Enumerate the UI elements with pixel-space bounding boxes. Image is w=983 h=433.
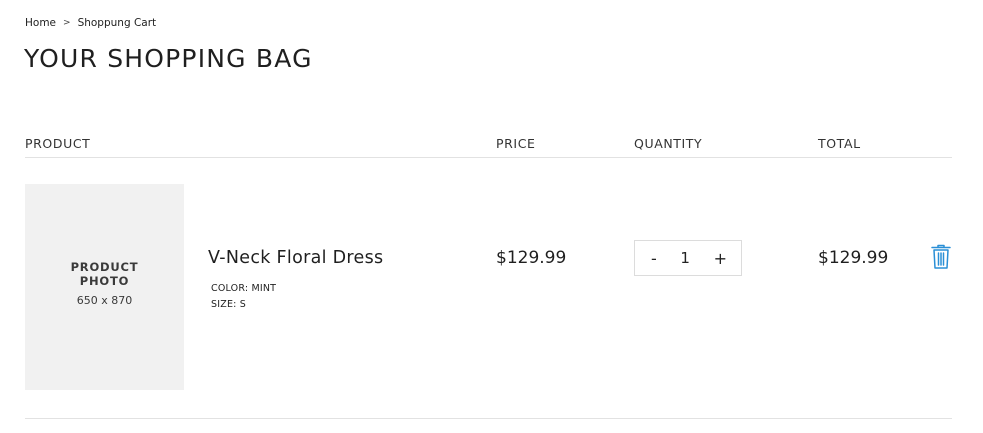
header-divider [25,157,952,158]
product-name[interactable]: V-Neck Floral Dress [208,248,383,268]
trash-icon [931,244,951,269]
remove-item-button[interactable] [929,244,953,270]
breadcrumb-separator: > [63,18,71,28]
product-photo-dimensions: 650 x 870 [76,293,133,307]
quantity-decrement-button[interactable]: - [651,249,657,268]
column-header-total: TOTAL [818,136,861,151]
item-total: $129.99 [818,248,889,268]
column-header-product: PRODUCT [25,136,91,151]
quantity-stepper: - 1 + [634,240,742,276]
row-divider [25,418,952,419]
breadcrumb-home-link[interactable]: Home [25,17,56,29]
quantity-increment-button[interactable]: + [714,249,727,268]
product-color: COLOR: MINT [211,283,277,294]
breadcrumb-current: Shoppung Cart [77,17,157,29]
product-photo-placeholder[interactable]: PRODUCT PHOTO 650 x 870 [25,184,184,390]
product-size: SIZE: S [211,299,246,310]
quantity-value[interactable]: 1 [680,249,690,267]
page-title: YOUR SHOPPING BAG [24,44,313,73]
column-header-price: PRICE [496,136,536,151]
product-photo-label: PRODUCT PHOTO [70,259,139,288]
breadcrumb: Home > Shoppung Cart [25,17,156,29]
column-header-quantity: QUANTITY [634,136,703,151]
item-price: $129.99 [496,248,567,268]
